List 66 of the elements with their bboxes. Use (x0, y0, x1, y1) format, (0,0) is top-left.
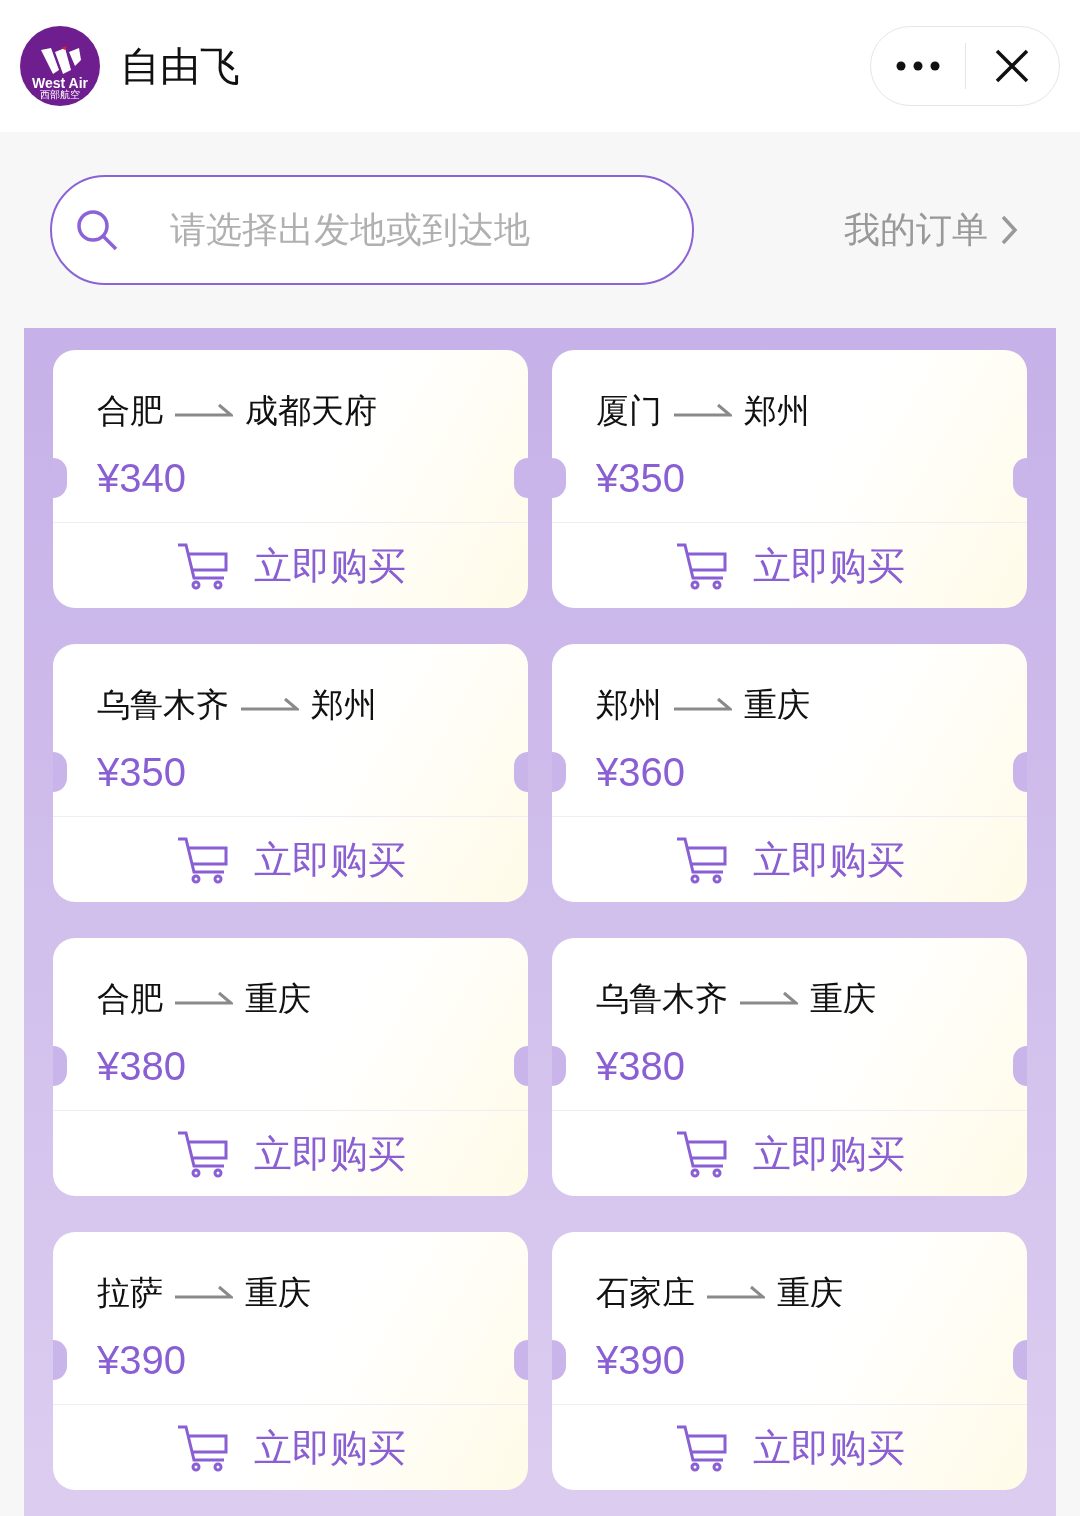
cart-icon (674, 1423, 729, 1472)
origin-city: 石家庄 (596, 1275, 695, 1309)
ticket-notch (552, 752, 566, 792)
buy-now-button[interactable]: 立即购买 (674, 835, 905, 884)
ticket-notch (53, 1340, 67, 1380)
buy-now-button[interactable]: 立即购买 (674, 541, 905, 590)
buy-now-button[interactable]: 立即购买 (175, 1423, 406, 1472)
buy-now-button[interactable]: 立即购买 (674, 1129, 905, 1178)
ticket-notch (514, 1340, 528, 1380)
price: ¥340 (97, 458, 186, 498)
chevron-right-icon (1000, 214, 1018, 246)
logo-subtext: 西部航空 (40, 90, 80, 100)
price: ¥390 (97, 1340, 186, 1380)
destination-city: 重庆 (777, 1275, 843, 1309)
my-orders-link[interactable]: 我的订单 (844, 203, 1018, 257)
origin-city: 合肥 (97, 981, 163, 1015)
close-icon (995, 49, 1030, 83)
ticket-notch (53, 1046, 67, 1086)
ticket-notch (552, 1046, 566, 1086)
price: ¥350 (97, 752, 186, 792)
destination-city: 重庆 (810, 981, 876, 1015)
destination-city: 重庆 (245, 981, 311, 1015)
search-input[interactable]: 请选择出发地或到达地 (170, 203, 692, 257)
cart-icon (674, 1129, 729, 1178)
ticket-notch (552, 1340, 566, 1380)
cart-icon (175, 541, 230, 590)
buy-now-button[interactable]: 立即购买 (175, 835, 406, 884)
origin-city: 厦门 (596, 393, 662, 427)
cart-icon (674, 541, 729, 590)
ticket-notch (1013, 1340, 1027, 1380)
buy-now-button[interactable]: 立即购买 (175, 1129, 406, 1178)
ticket-notch (53, 752, 67, 792)
buy-now-button[interactable]: 立即购买 (175, 541, 406, 590)
origin-city: 乌鲁木齐 (596, 981, 728, 1015)
destination-city: 郑州 (311, 687, 377, 721)
ticket-notch (514, 458, 528, 498)
destination-city: 重庆 (744, 687, 810, 721)
page-title: 自由飞 (120, 43, 240, 90)
cart-icon (175, 835, 230, 884)
origin-city: 乌鲁木齐 (97, 687, 229, 721)
search-icon (76, 209, 118, 251)
origin-city: 郑州 (596, 687, 662, 721)
ticket-notch (514, 752, 528, 792)
price: ¥380 (596, 1046, 685, 1086)
origin-city: 拉萨 (97, 1275, 163, 1309)
destination-city: 郑州 (744, 393, 810, 427)
ticket-notch (514, 1046, 528, 1086)
destination-city: 重庆 (245, 1275, 311, 1309)
buy-now-button[interactable]: 立即购买 (674, 1423, 905, 1472)
price: ¥350 (596, 458, 685, 498)
origin-city: 合肥 (97, 393, 163, 427)
ticket-notch (552, 458, 566, 498)
destination-city: 成都天府 (245, 393, 377, 427)
ticket-notch (1013, 752, 1027, 792)
more-icon (896, 61, 940, 71)
ticket-notch (1013, 458, 1027, 498)
price: ¥360 (596, 752, 685, 792)
search-field[interactable]: 请选择出发地或到达地 (50, 175, 694, 285)
price: ¥390 (596, 1340, 685, 1380)
price: ¥380 (97, 1046, 186, 1086)
cart-icon (175, 1129, 230, 1178)
ticket-notch (53, 458, 67, 498)
logo-text: West Air (32, 76, 88, 90)
cart-icon (674, 835, 729, 884)
ticket-notch (1013, 1046, 1027, 1086)
cart-icon (175, 1423, 230, 1472)
